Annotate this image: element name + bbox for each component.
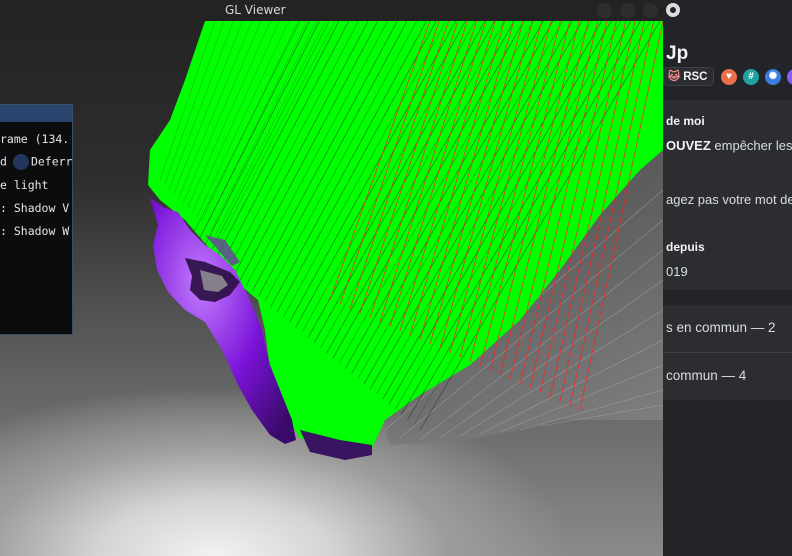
mutual-friends-label: commun — 4 (666, 368, 747, 383)
server-tag-label: RSC (683, 71, 708, 83)
light-option-label[interactable]: e light (0, 178, 48, 192)
render-mode-row[interactable]: d Deferr (0, 154, 72, 170)
aura-badge-icon[interactable]: ○ (787, 69, 792, 85)
shadow-v-option[interactable]: : Shadow V (0, 201, 69, 215)
gl-viewer-titlebar[interactable]: GL Viewer (0, 0, 663, 21)
member-since-value: 019 (666, 264, 688, 279)
mutual-servers-row[interactable]: s en commun — 2 (663, 305, 792, 352)
hashtag-badge-icon[interactable]: # (743, 69, 759, 85)
render-viewport[interactable]: rame (134. d Deferr e light : Shadow V : … (0, 21, 663, 556)
about-me-card: de moi OUVEZ empêcher les agez pas votre… (663, 100, 792, 290)
render-mode-label: d (0, 154, 7, 169)
profile-display-name: Jp (666, 43, 689, 64)
shadow-w-option[interactable]: : Shadow W (0, 224, 69, 238)
mutual-friends-row[interactable]: commun — 4 (663, 353, 792, 400)
gl-viewer-window[interactable]: GL Viewer rame (134. d Deferr e light: … (0, 0, 663, 556)
debug-panel-titlebar[interactable] (0, 105, 72, 122)
heart-badge-icon[interactable]: ♥ (721, 69, 737, 85)
frame-time-label: rame (134. (0, 132, 70, 146)
deferred-option-label: Deferr (30, 154, 73, 169)
window-title: GL Viewer (225, 3, 286, 17)
close-button[interactable] (643, 3, 658, 18)
debug-panel[interactable]: rame (134. d Deferr e light : Shadow V : … (0, 104, 73, 335)
tag-icon: 🐱︎ (668, 71, 680, 83)
minimize-button[interactable] (597, 3, 612, 18)
about-me-bold: OUVEZ (666, 138, 711, 153)
member-since-heading: depuis (666, 240, 705, 254)
mutual-servers-label: s en commun — 2 (666, 320, 776, 335)
about-me-line-2: agez pas votre mot de (666, 192, 792, 207)
color-swatch-button[interactable] (12, 154, 29, 170)
server-tag-chip[interactable]: 🐱︎ RSC (663, 67, 715, 86)
about-me-rest: empêcher les (710, 138, 792, 153)
settings-cog-icon[interactable] (666, 3, 680, 17)
profile-header: Jp 🐱︎ RSC ♥ # ✺ ○ (663, 0, 792, 98)
cog-badge-icon[interactable]: ✺ (765, 69, 781, 85)
mutuals-card: s en commun — 2 commun — 4 (663, 305, 792, 400)
render-scene (148, 21, 663, 460)
about-me-line-1: OUVEZ empêcher les (666, 138, 792, 153)
maximize-button[interactable] (620, 3, 635, 18)
about-me-heading: de moi (666, 114, 705, 128)
user-profile-panel: Jp 🐱︎ RSC ♥ # ✺ ○ de moi OUVEZ empêcher … (663, 0, 792, 556)
